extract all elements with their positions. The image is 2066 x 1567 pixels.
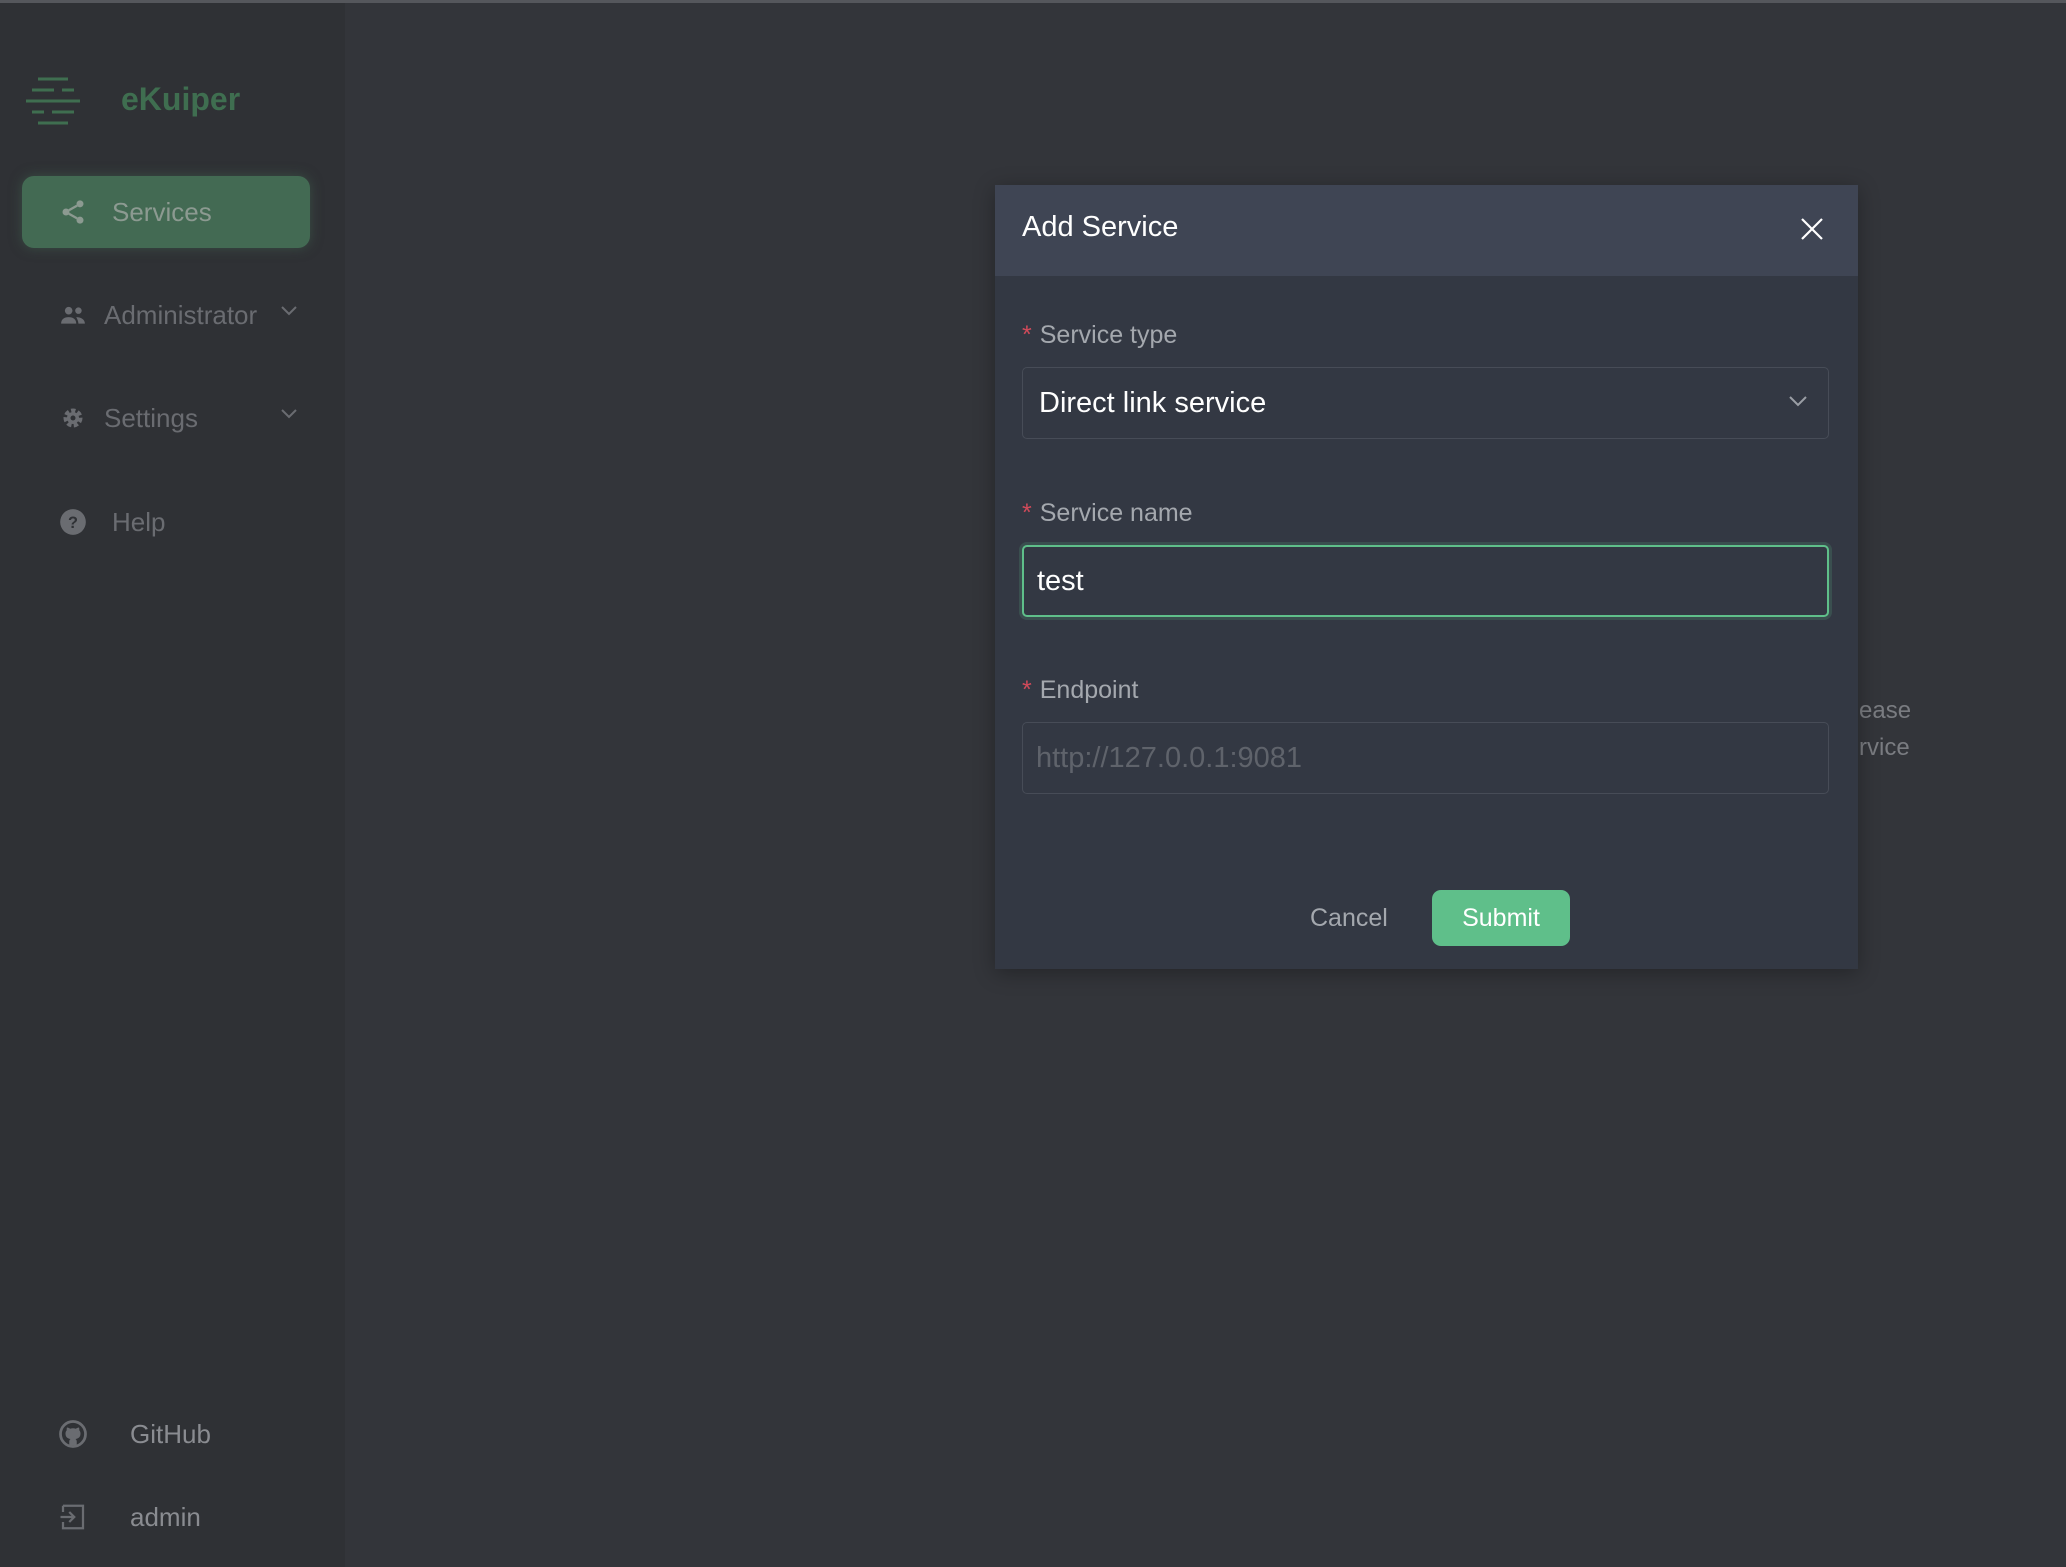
required-mark: * [1022, 676, 1032, 704]
logout-icon [58, 1502, 88, 1532]
gear-icon [58, 403, 88, 433]
submit-button[interactable]: Submit [1432, 890, 1570, 946]
chevron-down-icon [281, 306, 297, 316]
service-type-select[interactable]: Direct link service [1022, 367, 1829, 439]
sidebar-item-label: Administrator [104, 299, 258, 330]
sidebar-item-github[interactable]: GitHub [22, 1398, 310, 1470]
background-text: ease [1859, 697, 1912, 724]
logo-icon [26, 77, 80, 125]
required-mark: * [1022, 321, 1032, 349]
endpoint-input[interactable] [1022, 722, 1829, 794]
background-text: rvice [1859, 734, 1910, 761]
app-name: eKuiper [121, 81, 241, 117]
required-mark: * [1022, 499, 1032, 527]
sidebar: eKuiper Services Administrator Settings … [0, 3, 345, 1567]
sidebar-item-administrator[interactable]: Administrator [22, 279, 310, 351]
help-circle-icon: ? [58, 507, 88, 537]
users-icon [58, 300, 88, 330]
cancel-button[interactable]: Cancel [1310, 904, 1388, 933]
label-text: Service name [1039, 499, 1193, 527]
endpoint-label: * Endpoint [1022, 676, 1138, 705]
selected-value: Direct link service [1039, 386, 1267, 419]
dialog-title: Add Service [1022, 211, 1179, 243]
chevron-down-icon [281, 409, 297, 419]
logo: eKuiper [26, 77, 240, 127]
service-name-input[interactable] [1022, 545, 1829, 617]
share-icon [58, 197, 88, 227]
svg-text:?: ? [68, 514, 78, 532]
chevron-down-icon [1789, 396, 1807, 407]
sidebar-item-admin[interactable]: admin [22, 1481, 310, 1553]
close-icon[interactable] [1800, 217, 1824, 241]
label-text: Service type [1039, 321, 1178, 349]
sidebar-item-services[interactable]: Services [22, 176, 310, 248]
sidebar-item-label: Settings [104, 402, 198, 433]
dialog-header: Add Service [995, 185, 1858, 276]
sidebar-item-label: GitHub [130, 1418, 211, 1449]
add-service-dialog: Add Service * Service type Direct link se… [995, 185, 1858, 969]
sidebar-item-help[interactable]: ? Help [22, 486, 310, 558]
service-type-label: * Service type [1022, 321, 1177, 350]
sidebar-item-label: Help [112, 506, 166, 537]
sidebar-item-label: Services [112, 196, 212, 227]
sidebar-item-settings[interactable]: Settings [22, 382, 310, 454]
label-text: Endpoint [1039, 676, 1139, 704]
service-name-label: * Service name [1022, 499, 1193, 528]
github-icon [58, 1419, 88, 1449]
sidebar-item-label: admin [130, 1501, 201, 1532]
